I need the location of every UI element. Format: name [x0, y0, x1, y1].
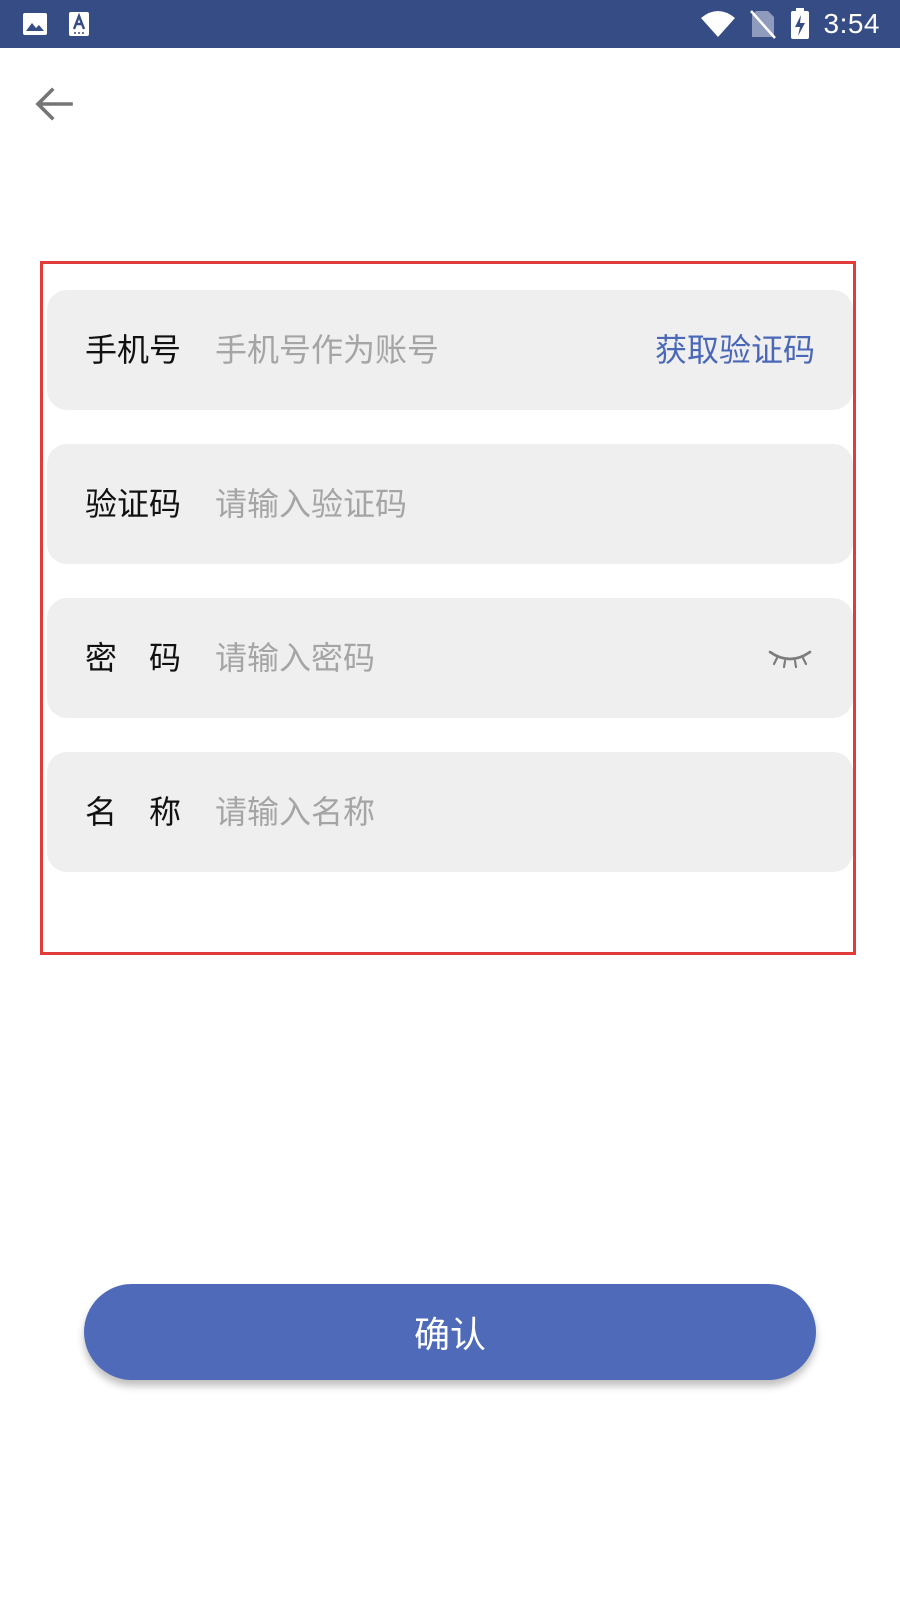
status-bar: 3:54	[0, 0, 900, 48]
name-field-row: 名称	[47, 752, 853, 872]
system-icons: 3:54	[700, 0, 881, 48]
status-time: 3:54	[823, 8, 880, 39]
confirm-button[interactable]: 确认	[84, 1284, 816, 1380]
code-field-row: 验证码	[47, 444, 853, 564]
phone-input[interactable]	[215, 320, 645, 380]
name-input[interactable]	[215, 782, 645, 842]
phone-label: 手机号	[85, 331, 182, 369]
battery-charging-icon	[790, 8, 810, 40]
image-icon	[22, 12, 48, 36]
arrow-left-icon	[35, 87, 73, 121]
password-visibility-toggle[interactable]	[765, 638, 815, 678]
text-a-icon	[68, 11, 90, 37]
password-input[interactable]	[215, 628, 645, 688]
register-screen: 3:54 手机号 获取验证码 验证码 密码	[0, 0, 900, 1600]
eye-closed-icon	[768, 650, 812, 669]
no-sim-icon	[749, 9, 776, 39]
password-label: 密码	[85, 639, 214, 677]
get-code-button[interactable]: 获取验证码	[655, 290, 815, 410]
code-label: 验证码	[85, 485, 182, 523]
phone-field-row: 手机号 获取验证码	[47, 290, 853, 410]
password-field-row: 密码	[47, 598, 853, 718]
name-label: 名称	[85, 793, 214, 831]
notification-icons	[22, 10, 90, 38]
back-button[interactable]	[30, 80, 78, 128]
code-input[interactable]	[215, 474, 645, 534]
wifi-icon	[700, 10, 736, 38]
